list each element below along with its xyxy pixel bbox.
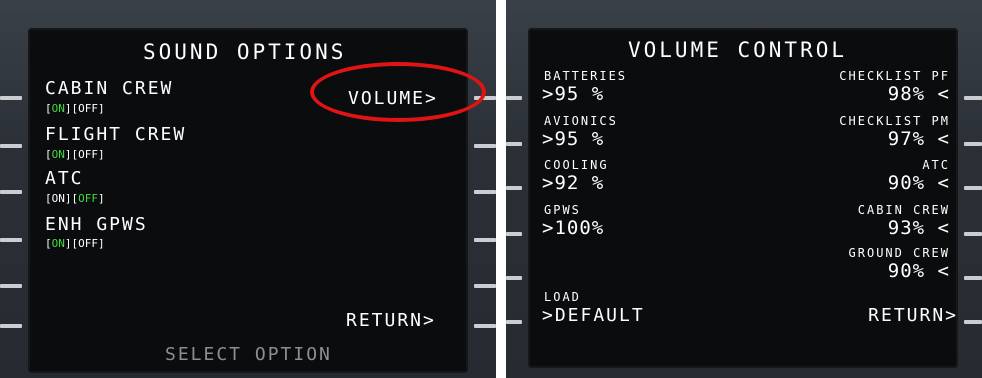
cabin-crew-toggle[interactable]: [ON][OFF] bbox=[45, 102, 105, 115]
checklist-pm-label: CHECKLIST PM bbox=[839, 114, 950, 128]
lsk-2L-right[interactable] bbox=[506, 142, 522, 146]
batteries-value[interactable]: >95 % bbox=[542, 83, 604, 105]
enh-gpws-off[interactable]: OFF bbox=[78, 237, 98, 250]
avionics-value[interactable]: >95 % bbox=[542, 128, 604, 150]
cooling-value[interactable]: >92 % bbox=[542, 172, 604, 194]
lsk-1L-right[interactable] bbox=[506, 96, 522, 100]
checklist-pf-value[interactable]: 98% < bbox=[888, 83, 950, 105]
lsk-6R[interactable] bbox=[474, 324, 496, 328]
atc-label: ATC bbox=[45, 168, 84, 189]
return-button[interactable]: RETURN> bbox=[346, 310, 436, 331]
atc-volume-value[interactable]: 90% < bbox=[888, 172, 950, 194]
enh-gpws-on[interactable]: ON bbox=[52, 237, 65, 250]
flight-crew-off[interactable]: OFF bbox=[78, 148, 98, 161]
page-title: VOLUME CONTROL bbox=[628, 38, 848, 62]
lsk-6R-right[interactable] bbox=[964, 320, 982, 324]
lsk-6L[interactable] bbox=[0, 324, 22, 328]
batteries-label: BATTERIES bbox=[544, 69, 628, 83]
highlight-circle bbox=[310, 62, 486, 122]
lsk-1L[interactable] bbox=[0, 96, 22, 100]
lsk-5R-right[interactable] bbox=[964, 276, 982, 280]
volume-control-panel: VOLUME CONTROL BATTERIES >95 % AVIONICS … bbox=[506, 0, 982, 378]
lsk-2L[interactable] bbox=[0, 144, 22, 148]
cabin-crew-on[interactable]: ON bbox=[52, 102, 65, 115]
return-button-right[interactable]: RETURN> bbox=[868, 305, 958, 326]
flight-crew-toggle[interactable]: [ON][OFF] bbox=[45, 148, 105, 161]
enh-gpws-label: ENH GPWS bbox=[45, 214, 148, 235]
cabin-crew-off[interactable]: OFF bbox=[78, 102, 98, 115]
load-label: LOAD bbox=[544, 290, 581, 304]
checklist-pf-label: CHECKLIST PF bbox=[839, 69, 950, 83]
atc-volume-label: ATC bbox=[922, 158, 950, 172]
lsk-5L[interactable] bbox=[0, 284, 22, 288]
mcdu-screen-right: VOLUME CONTROL BATTERIES >95 % AVIONICS … bbox=[528, 28, 958, 368]
scratchpad: SELECT OPTION bbox=[165, 344, 332, 365]
lsk-6L-right[interactable] bbox=[506, 320, 522, 324]
atc-toggle[interactable]: [ON][OFF] bbox=[45, 192, 105, 205]
atc-off[interactable]: OFF bbox=[78, 192, 98, 205]
lsk-2R-right[interactable] bbox=[964, 142, 982, 146]
lsk-4R[interactable] bbox=[474, 238, 496, 242]
gpws-label: GPWS bbox=[544, 203, 581, 217]
lsk-3R-right[interactable] bbox=[964, 186, 982, 190]
lsk-4L-right[interactable] bbox=[506, 232, 522, 236]
lsk-4R-right[interactable] bbox=[964, 232, 982, 236]
ground-crew-label: GROUND CREW bbox=[848, 246, 950, 260]
lsk-2R[interactable] bbox=[474, 144, 496, 148]
cabin-crew-volume-label: CABIN CREW bbox=[857, 203, 950, 217]
lsk-3R[interactable] bbox=[474, 190, 496, 194]
flight-crew-label: FLIGHT CREW bbox=[45, 124, 187, 145]
lsk-5R[interactable] bbox=[474, 284, 496, 288]
enh-gpws-toggle[interactable]: [ON][OFF] bbox=[45, 237, 105, 250]
lsk-3L[interactable] bbox=[0, 190, 22, 194]
cabin-crew-volume-value[interactable]: 93% < bbox=[888, 217, 950, 239]
cabin-crew-label: CABIN CREW bbox=[45, 78, 174, 99]
page-title: SOUND OPTIONS bbox=[143, 40, 347, 64]
gpws-value[interactable]: >100% bbox=[542, 217, 604, 239]
lsk-3L-right[interactable] bbox=[506, 186, 522, 190]
lsk-5L-right[interactable] bbox=[506, 276, 522, 280]
checklist-pm-value[interactable]: 97% < bbox=[888, 128, 950, 150]
flight-crew-on[interactable]: ON bbox=[52, 148, 65, 161]
cooling-label: COOLING bbox=[544, 158, 609, 172]
lsk-4L[interactable] bbox=[0, 238, 22, 242]
lsk-1R-right[interactable] bbox=[964, 96, 982, 100]
avionics-label: AVIONICS bbox=[544, 114, 618, 128]
ground-crew-value[interactable]: 90% < bbox=[888, 260, 950, 282]
atc-on[interactable]: ON bbox=[52, 192, 65, 205]
default-button[interactable]: >DEFAULT bbox=[542, 305, 645, 326]
sound-options-panel: SOUND OPTIONS CABIN CREW [ON][OFF] FLIGH… bbox=[0, 0, 496, 378]
